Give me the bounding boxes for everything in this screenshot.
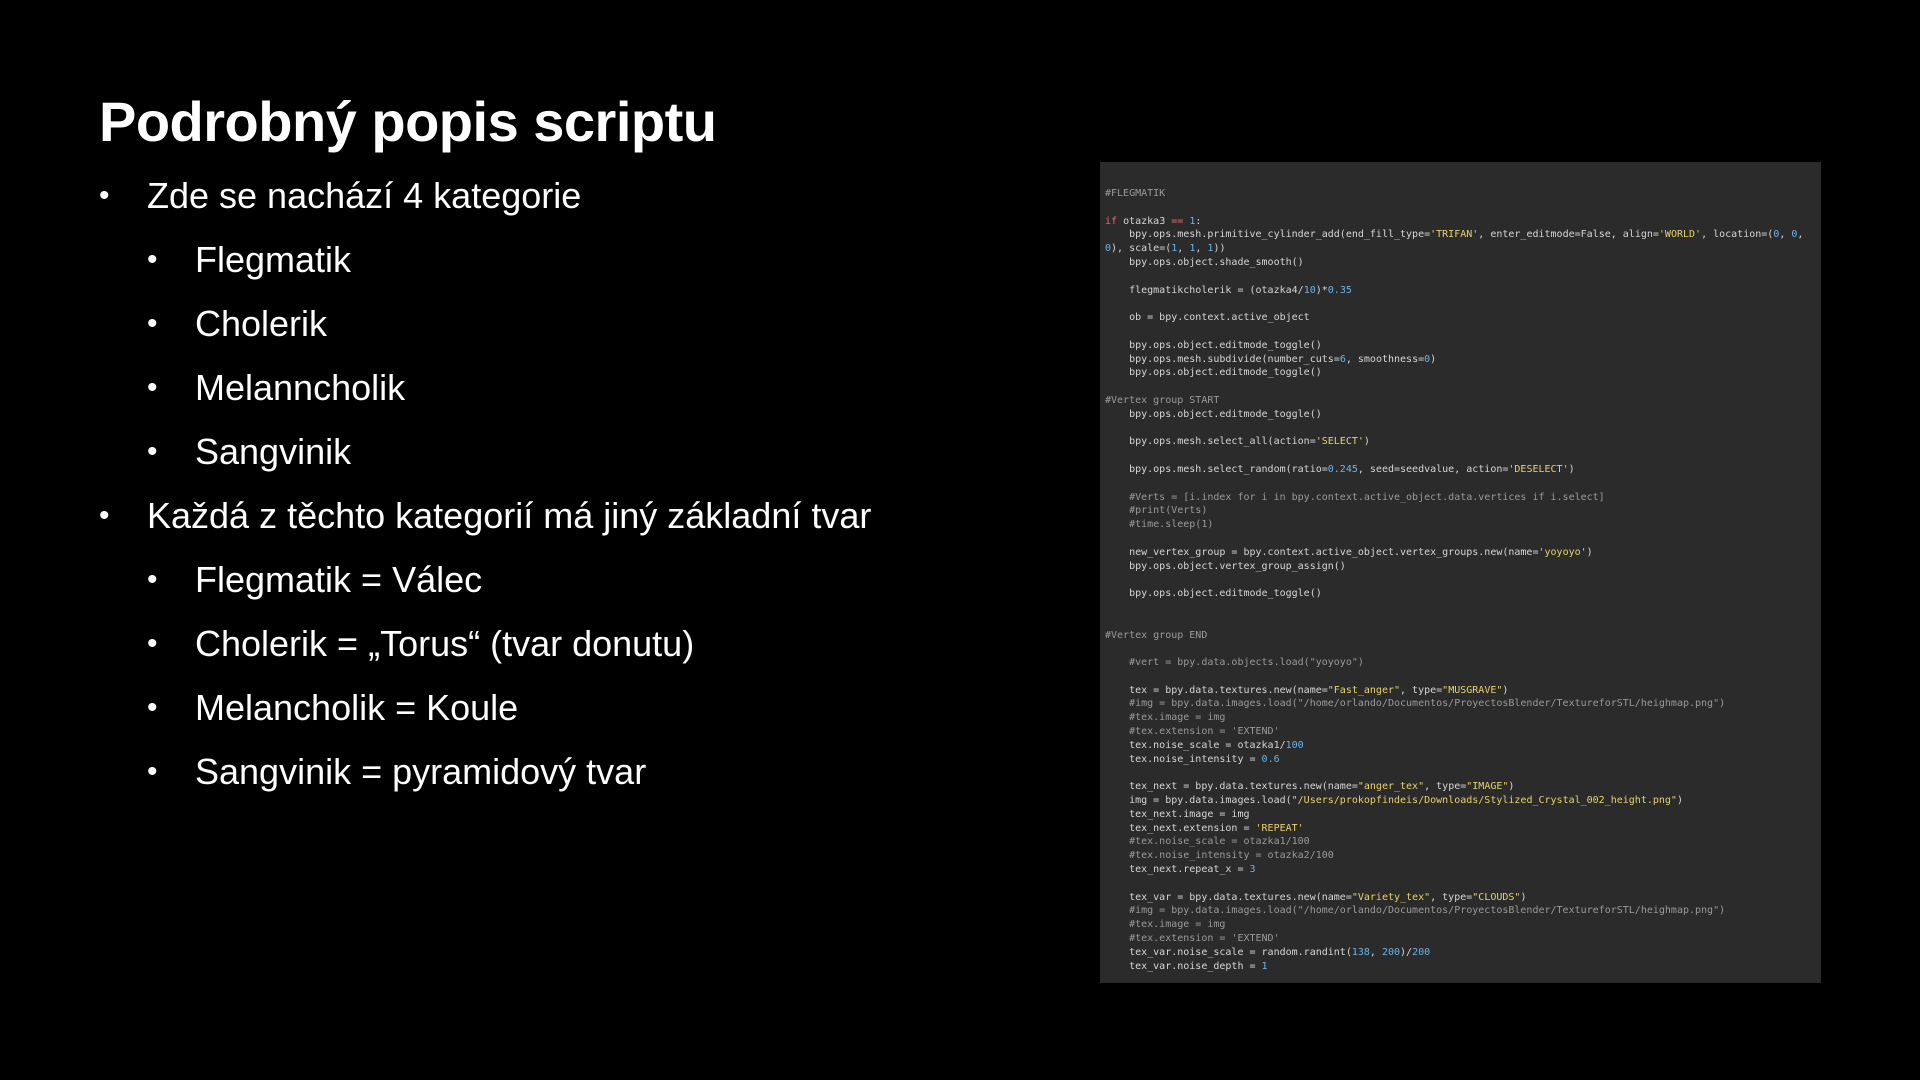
- code-line: tex.noise_intensity = 0.6: [1105, 753, 1280, 765]
- bullet-dot-icon: •: [147, 755, 158, 788]
- sub-bullet-item: • Melancholik = Koule: [99, 684, 1049, 748]
- bullet-text: Sangvinik: [195, 431, 352, 472]
- code-line: ob = bpy.context.active_object: [1105, 312, 1310, 324]
- code-line: tex_var.noise_depth = 1: [1105, 960, 1268, 972]
- code-line: bpy.ops.object.shade_smooth(): [1105, 256, 1304, 268]
- slide-title: Podrobný popis scriptu: [99, 90, 717, 153]
- bullet-dot-icon: •: [147, 691, 158, 724]
- code-line: tex_next.image = img: [1105, 808, 1250, 820]
- sub-bullet-item: • Flegmatik: [99, 236, 1049, 300]
- code-line: tex.noise_scale = otazka1/100: [1105, 739, 1304, 751]
- bullet-text: Každá z těchto kategorií má jiný základn…: [147, 495, 872, 536]
- sub-bullet-item: • Melanncholik: [99, 364, 1049, 428]
- sub-bullet-item: • Cholerik = „Torus“ (tvar donutu): [99, 620, 1049, 684]
- bullet-text: Melancholik = Koule: [195, 687, 519, 728]
- code-line: bpy.ops.object.editmode_toggle(): [1105, 408, 1322, 420]
- bullet-dot-icon: •: [147, 627, 158, 660]
- code-line: new_vertex_group = bpy.context.active_ob…: [1105, 546, 1593, 558]
- code-line: #tex.noise_scale = otazka1/100: [1105, 836, 1310, 848]
- bullet-dot-icon: •: [147, 435, 158, 468]
- bullet-dot-icon: •: [147, 371, 158, 404]
- bullet-text: Flegmatik: [195, 239, 352, 280]
- code-line: #time.sleep(1): [1105, 519, 1214, 531]
- bullet-dot-icon: •: [147, 563, 158, 596]
- code-line: #tex.noise_intensity = otazka2/100: [1105, 850, 1334, 862]
- bullet-text: Zde se nachází 4 kategorie: [147, 175, 582, 216]
- code-line: #Vertex group END: [1105, 629, 1208, 641]
- code-line: if otazka3 == 1:: [1105, 215, 1202, 227]
- code-line: #img = bpy.data.images.load("/home/orlan…: [1105, 905, 1726, 917]
- sub-bullet-item: • Sangvinik = pyramidový tvar: [99, 748, 1049, 812]
- code-line: tex_next.extension = 'REPEAT': [1105, 822, 1304, 834]
- bullet-text: Sangvinik = pyramidový tvar: [195, 751, 647, 792]
- code-line: bpy.ops.mesh.subdivide(number_cuts=6, sm…: [1105, 353, 1437, 365]
- code-line: bpy.ops.object.vertex_group_assign(): [1105, 560, 1346, 572]
- code-line: #tex.image = img: [1105, 919, 1226, 931]
- bullet-dot-icon: •: [147, 307, 158, 340]
- code-line: #vert = bpy.data.objects.load("yoyoyo"): [1105, 657, 1364, 669]
- bullet-dot-icon: •: [99, 179, 110, 212]
- code-line: 0), scale=(1, 1, 1)): [1105, 243, 1226, 255]
- code-line: bpy.ops.mesh.select_random(ratio=0.245, …: [1105, 463, 1575, 475]
- code-line: tex_next.repeat_x = 3: [1105, 864, 1256, 876]
- bullet-dot-icon: •: [99, 499, 110, 532]
- code-line: bpy.ops.mesh.select_all(action='SELECT'): [1105, 436, 1370, 448]
- bullet-text: Melanncholik: [195, 367, 406, 408]
- code-line: bpy.ops.object.editmode_toggle(): [1105, 339, 1322, 351]
- code-line: #FLEGMATIK: [1105, 188, 1166, 199]
- code-screenshot: #FLEGMATIK if otazka3 == 1: bpy.ops.mesh.…: [1100, 162, 1821, 983]
- code-line: tex_var.noise_scale = random.randint(138…: [1105, 946, 1431, 958]
- code-line: img = bpy.data.images.load("/Users/proko…: [1105, 795, 1683, 807]
- code-line: #img = bpy.data.images.load("/home/orlan…: [1105, 698, 1726, 710]
- code-line: bpy.ops.object.editmode_toggle(): [1105, 588, 1322, 600]
- sub-bullet-item: • Flegmatik = Válec: [99, 556, 1049, 620]
- code-line: tex_var = bpy.data.textures.new(name="Va…: [1105, 891, 1527, 903]
- code-line: #tex.image = img: [1105, 712, 1226, 724]
- code-line: flegmatikcholerik = (otazka4/10)*0.35: [1105, 284, 1352, 296]
- code-line: tex = bpy.data.textures.new(name="Fast_a…: [1105, 684, 1509, 696]
- bullet-item: • Zde se nachází 4 kategorie: [99, 172, 1049, 236]
- code-line: bpy.ops.mesh.primitive_cylinder_add(end_…: [1105, 229, 1804, 241]
- sub-bullet-item: • Sangvinik: [99, 428, 1049, 492]
- bullet-dot-icon: •: [147, 243, 158, 276]
- bullet-text: Flegmatik = Válec: [195, 559, 483, 600]
- code-line: #Vertex group START: [1105, 394, 1220, 406]
- code-line: #print(Verts): [1105, 505, 1208, 517]
- bullet-text: Cholerik = „Torus“ (tvar donutu): [195, 623, 695, 664]
- bullet-item: • Každá z těchto kategorií má jiný základ…: [99, 492, 1049, 556]
- code-line: #Verts = [i.index for i in bpy.context.a…: [1105, 491, 1605, 503]
- code-line: tex_next = bpy.data.textures.new(name="a…: [1105, 781, 1515, 793]
- sub-bullet-item: • Cholerik: [99, 300, 1049, 364]
- code-line: #tex.extension = 'EXTEND': [1105, 933, 1280, 945]
- code-line: bpy.ops.object.editmode_toggle(): [1105, 367, 1322, 379]
- bullet-text: Cholerik: [195, 303, 328, 344]
- code-line: #tex.extension = 'EXTEND': [1105, 726, 1280, 738]
- bullet-list: • Zde se nachází 4 kategorie • Flegmatik • Ch…: [99, 172, 1049, 812]
